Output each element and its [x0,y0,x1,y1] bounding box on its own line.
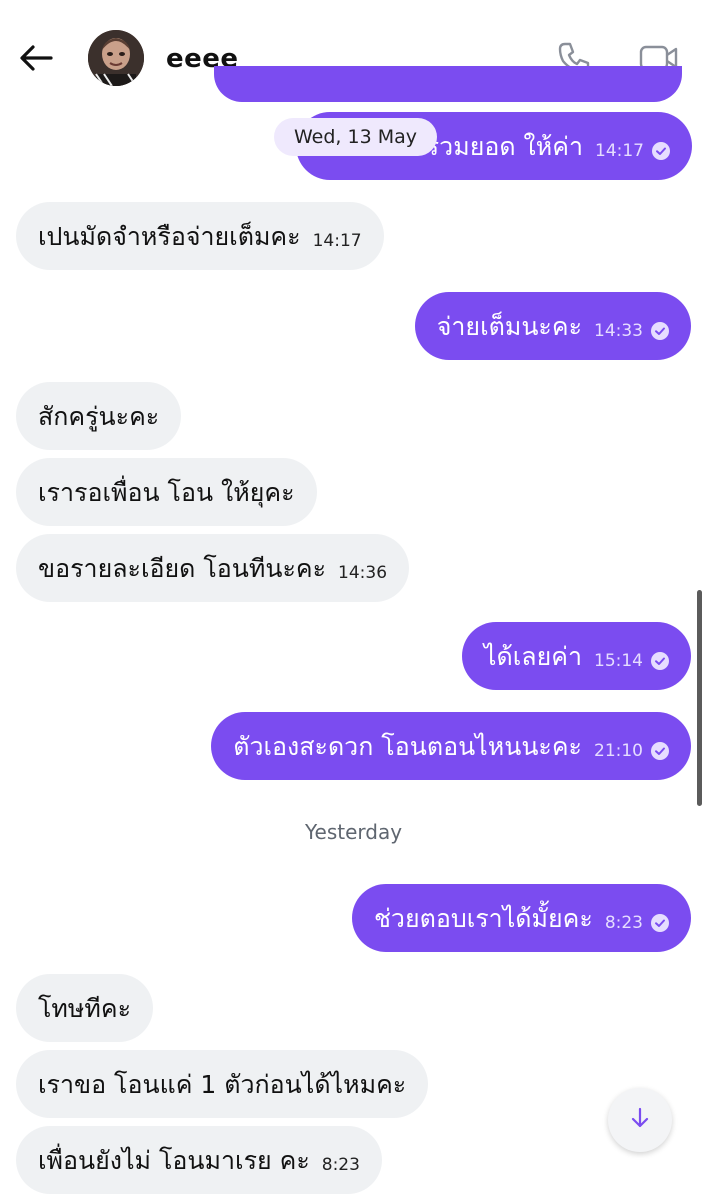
scroll-to-bottom-button[interactable] [608,1088,672,1152]
message-text: ได้เลยค่า [483,641,582,671]
avatar[interactable] [88,30,144,86]
scrollbar[interactable] [697,590,702,806]
message-bubble-outgoing[interactable]: ได้เลยค่า 15:14 [461,622,691,690]
message-bubble-outgoing[interactable]: ช่วยตอบเราได้มั้ยคะ 8:23 [351,884,691,952]
read-check-icon [652,142,670,160]
message-bubble-incoming[interactable]: โทษทีคะ [16,974,154,1042]
message-meta: 14:36 [338,563,387,583]
read-check-icon [651,322,669,340]
date-chip: Wed, 13 May [274,118,437,156]
arrow-left-icon [19,44,53,76]
message-text: โทษทีคะ [38,993,132,1023]
message-bubble-incoming[interactable]: เรารอเพื่อน โอน ให้ยุคะ [16,458,317,526]
message-bubble-incoming[interactable]: เราขอ โอนแค่ 1 ตัวก่อนได้ไหมคะ [16,1050,429,1118]
message-meta: 21:10 [594,741,669,761]
message-bubble-outgoing[interactable]: ตัวเองสะดวก โอนตอนไหนนะคะ 21:10 [211,712,691,780]
message-time: 14:17 [595,141,644,161]
message-bubble-incoming[interactable]: เพื่อนยังไม่ โอนมาเรย คะ 8:23 [16,1126,382,1194]
message-time: 14:33 [594,321,643,341]
back-button[interactable] [16,40,56,80]
message-bubble-incoming[interactable]: ขอรายละเอียด โอนทีนะคะ 14:36 [16,534,410,602]
message-meta: 8:23 [605,913,669,933]
message-bubble-incoming[interactable]: สักครู่นะคะ [16,382,182,450]
message-meta: 14:17 [313,231,362,251]
arrow-down-icon [628,1106,652,1134]
message-bubble-outgoing[interactable]: จ่ายเต็มนะคะ 14:33 [414,292,691,360]
message-time: 21:10 [594,741,643,761]
message-time: 15:14 [594,651,643,671]
message-text: เราขอ โอนแค่ 1 ตัวก่อนได้ไหมคะ [38,1069,407,1099]
read-check-icon [651,742,669,760]
read-check-icon [651,914,669,932]
message-meta: 14:33 [594,321,669,341]
message-text: รวมยอด ให้ค่า [425,131,583,161]
message-text: ช่วยตอบเราได้มั้ยคะ [373,903,593,933]
message-text: เรารอเพื่อน โอน ให้ยุคะ [38,477,295,507]
read-check-icon [651,652,669,670]
message-text: เพื่อนยังไม่ โอนมาเรย คะ [38,1145,310,1175]
message-time: 14:17 [312,231,362,251]
message-text: เปนมัดจำหรือจ่ายเต็มคะ [38,221,301,251]
message-meta: 14:17 [595,141,670,161]
message-text: สักครู่นะคะ [38,401,160,431]
previous-message-bubble[interactable] [214,66,682,102]
message-time: 8:23 [321,1155,360,1175]
message-text: ขอรายละเอียด โอนทีนะคะ [38,553,327,583]
day-separator: Yesterday [304,820,403,844]
message-meta: 8:23 [322,1155,360,1175]
message-bubble-incoming[interactable]: เปนมัดจำหรือจ่ายเต็มคะ 14:17 [16,202,384,270]
message-text: ตัวเองสะดวก โอนตอนไหนนะคะ [233,731,582,761]
message-meta: 15:14 [594,651,669,671]
message-time: 14:36 [338,563,388,583]
message-time: 8:23 [604,913,643,933]
message-text: จ่ายเต็มนะคะ [436,311,582,341]
